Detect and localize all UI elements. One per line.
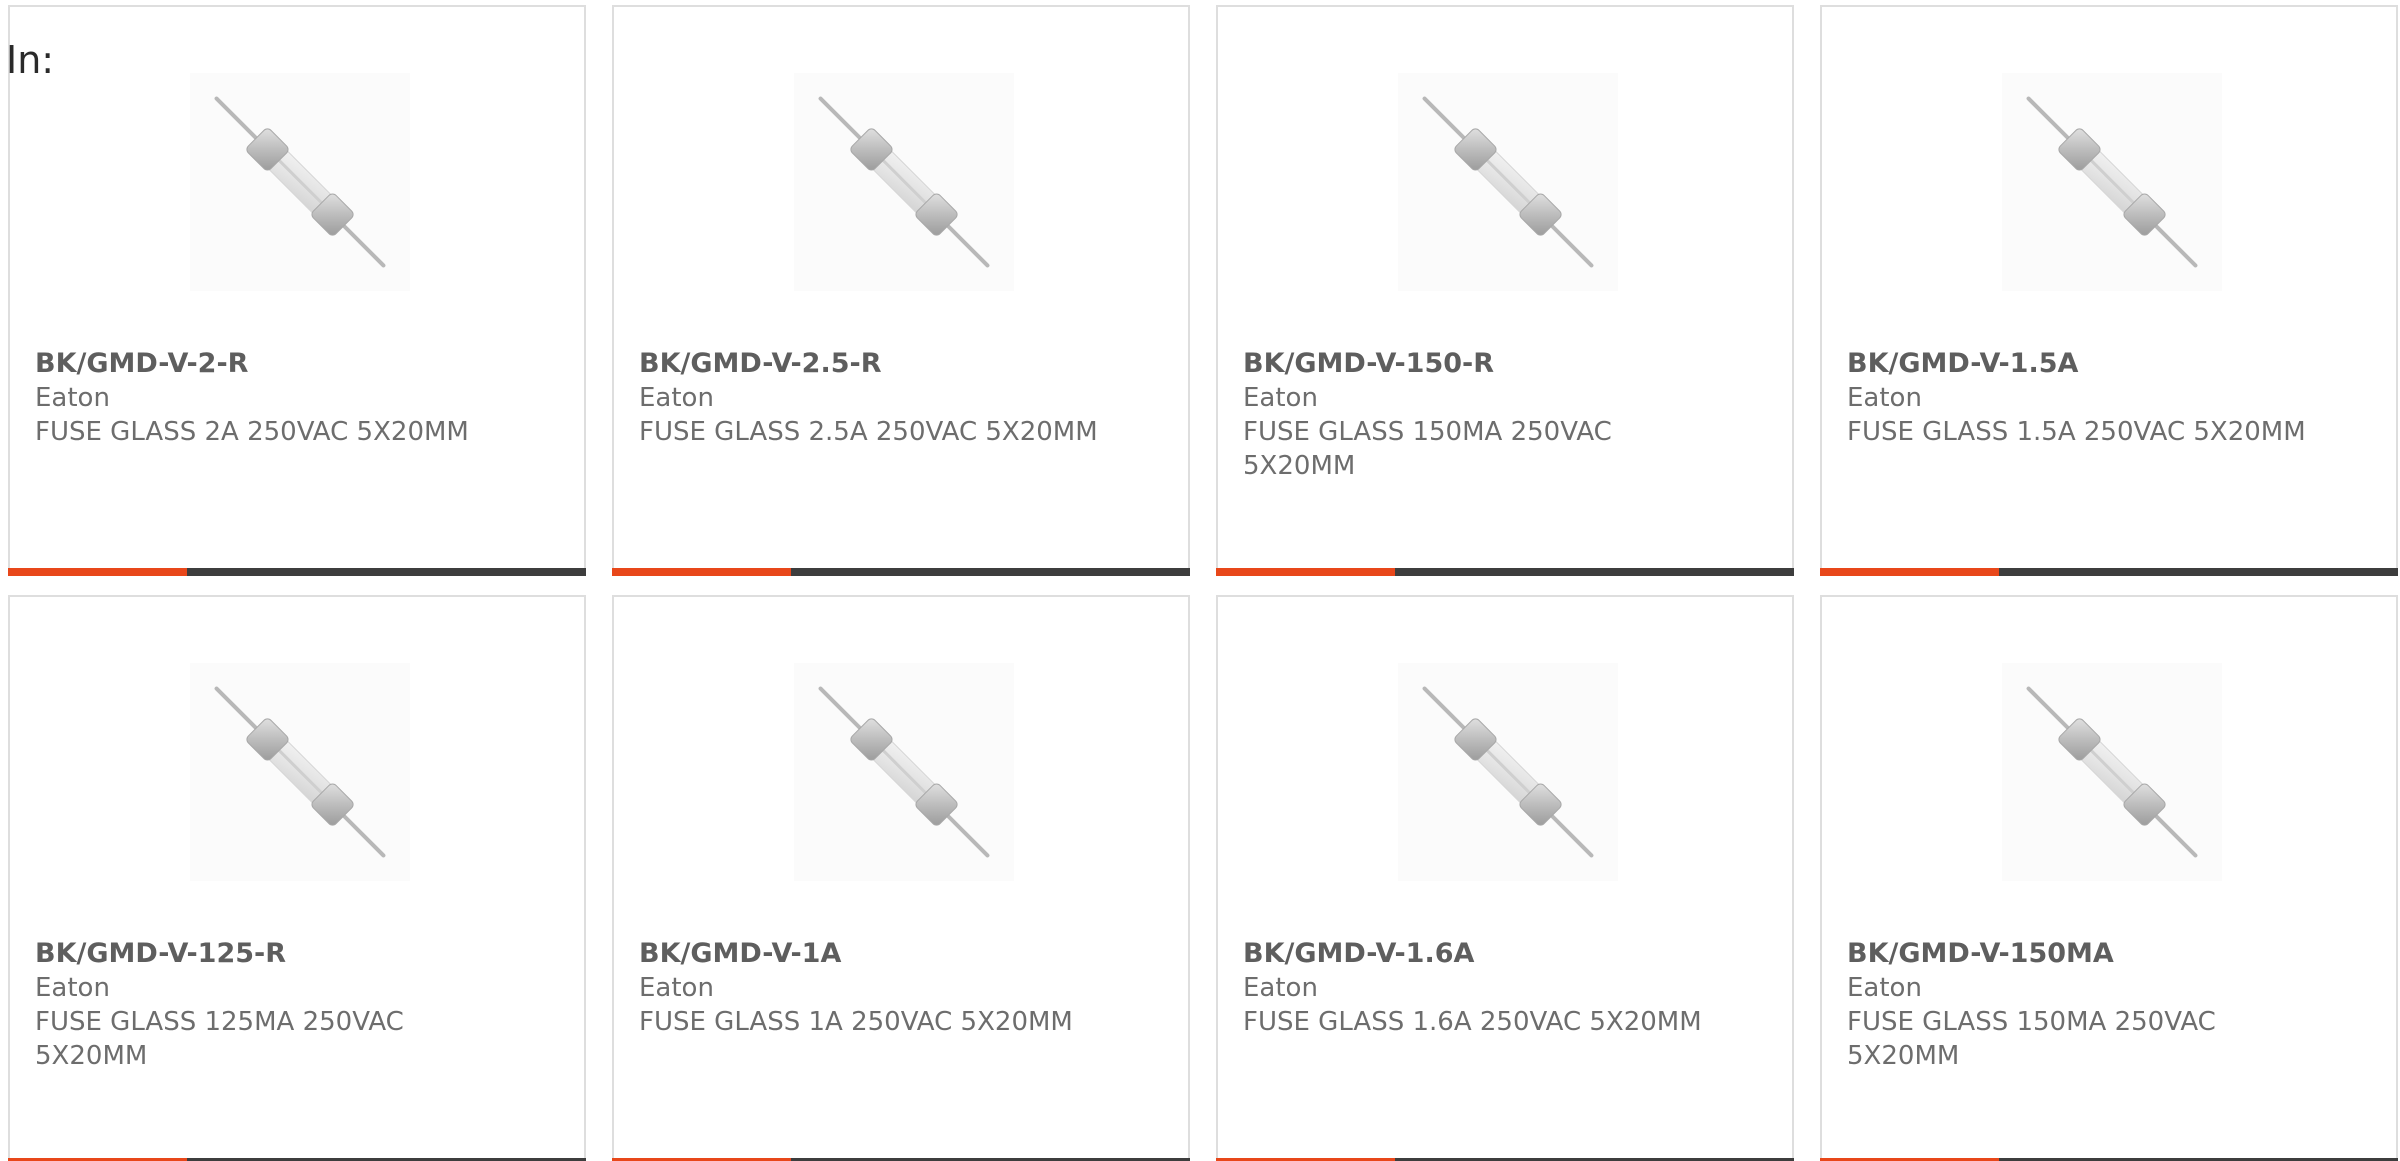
product-brand: Eaton: [35, 973, 110, 1003]
card-accent-bar: [8, 568, 586, 576]
product-description: FUSE GLASS 1.6A 250VAC 5X20MM: [1243, 1007, 1702, 1037]
product-card[interactable]: BK/GMD-V-1A Eaton FUSE GLASS 1A 250VAC 5…: [612, 595, 1190, 1161]
product-brand: Eaton: [639, 383, 714, 413]
product-part-number[interactable]: BK/GMD-V-125-R: [35, 937, 555, 971]
product-card[interactable]: BK/GMD-V-125-R Eaton FUSE GLASS 125MA 25…: [8, 595, 586, 1161]
product-description: FUSE GLASS 1A 250VAC 5X20MM: [639, 1007, 1073, 1037]
glass-fuse-icon: [2002, 663, 2222, 881]
glass-fuse-icon: [190, 73, 410, 291]
card-accent-bar-fill: [1216, 568, 1396, 576]
card-accent-bar-fill: [8, 568, 188, 576]
product-part-number[interactable]: BK/GMD-V-2-R: [35, 347, 555, 381]
product-description: FUSE GLASS 2.5A 250VAC 5X20MM: [639, 417, 1098, 447]
product-brand: Eaton: [1847, 973, 1922, 1003]
product-description: FUSE GLASS 150MA 250VAC 5X20MM: [1847, 1007, 2216, 1071]
glass-fuse-icon: [1398, 663, 1618, 881]
glass-fuse-icon: [794, 663, 1014, 881]
product-brand: Eaton: [1243, 383, 1318, 413]
card-accent-bar: [1216, 568, 1794, 576]
product-info: BK/GMD-V-1.6A Eaton FUSE GLASS 1.6A 250V…: [1243, 937, 1763, 1039]
product-description: FUSE GLASS 125MA 250VAC 5X20MM: [35, 1007, 404, 1071]
product-part-number[interactable]: BK/GMD-V-1A: [639, 937, 1159, 971]
product-description: FUSE GLASS 150MA 250VAC 5X20MM: [1243, 417, 1612, 481]
product-part-number[interactable]: BK/GMD-V-1.5A: [1847, 347, 2367, 381]
glass-fuse-icon: [190, 663, 410, 881]
card-accent-bar-fill: [612, 568, 792, 576]
product-card[interactable]: BK/GMD-V-1.5A Eaton FUSE GLASS 1.5A 250V…: [1820, 5, 2398, 576]
card-accent-bar-fill: [1820, 568, 2000, 576]
product-card[interactable]: BK/GMD-V-150-R Eaton FUSE GLASS 150MA 25…: [1216, 5, 1794, 576]
product-info: BK/GMD-V-2.5-R Eaton FUSE GLASS 2.5A 250…: [639, 347, 1159, 449]
product-description: FUSE GLASS 2A 250VAC 5X20MM: [35, 417, 469, 447]
product-card[interactable]: BK/GMD-V-150MA Eaton FUSE GLASS 150MA 25…: [1820, 595, 2398, 1161]
product-brand: Eaton: [35, 383, 110, 413]
card-accent-bar: [1820, 568, 2398, 576]
product-info: BK/GMD-V-150-R Eaton FUSE GLASS 150MA 25…: [1243, 347, 1763, 483]
product-brand: Eaton: [1847, 383, 1922, 413]
product-part-number[interactable]: BK/GMD-V-150MA: [1847, 937, 2367, 971]
glass-fuse-icon: [1398, 73, 1618, 291]
product-info: BK/GMD-V-2-R Eaton FUSE GLASS 2A 250VAC …: [35, 347, 555, 449]
filter-in-label: In:: [6, 38, 55, 82]
product-part-number[interactable]: BK/GMD-V-150-R: [1243, 347, 1763, 381]
product-info: BK/GMD-V-1.5A Eaton FUSE GLASS 1.5A 250V…: [1847, 347, 2367, 449]
product-brand: Eaton: [639, 973, 714, 1003]
product-brand: Eaton: [1243, 973, 1318, 1003]
product-info: BK/GMD-V-1A Eaton FUSE GLASS 1A 250VAC 5…: [639, 937, 1159, 1039]
product-card[interactable]: BK/GMD-V-1.6A Eaton FUSE GLASS 1.6A 250V…: [1216, 595, 1794, 1161]
product-part-number[interactable]: BK/GMD-V-2.5-R: [639, 347, 1159, 381]
product-info: BK/GMD-V-150MA Eaton FUSE GLASS 150MA 25…: [1847, 937, 2367, 1073]
product-part-number[interactable]: BK/GMD-V-1.6A: [1243, 937, 1763, 971]
glass-fuse-icon: [794, 73, 1014, 291]
glass-fuse-icon: [2002, 73, 2222, 291]
product-grid: BK/GMD-V-2-R Eaton FUSE GLASS 2A 250VAC …: [8, 5, 2398, 1161]
product-info: BK/GMD-V-125-R Eaton FUSE GLASS 125MA 25…: [35, 937, 555, 1073]
product-description: FUSE GLASS 1.5A 250VAC 5X20MM: [1847, 417, 2306, 447]
product-card[interactable]: BK/GMD-V-2-R Eaton FUSE GLASS 2A 250VAC …: [8, 5, 586, 576]
product-results-page: In: BK/GMD-V-2-R Eaton FUSE GLASS 2A 250…: [0, 0, 2400, 1161]
card-accent-bar: [612, 568, 1190, 576]
product-card[interactable]: BK/GMD-V-2.5-R Eaton FUSE GLASS 2.5A 250…: [612, 5, 1190, 576]
